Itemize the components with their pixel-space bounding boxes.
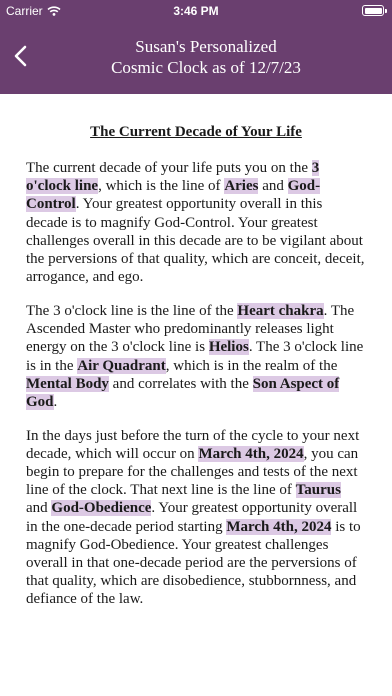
section-heading: The Current Decade of Your Life [90,124,302,140]
chevron-left-icon [14,45,27,67]
clock-time: 3:46 PM [173,4,219,18]
highlight-date: March 4th, 2024 [198,445,304,462]
text-run: and [258,178,288,195]
text-run: and [26,500,52,517]
highlight-chakra: Heart chakra [237,302,324,319]
status-bar: Carrier 3:46 PM [0,0,392,22]
reading-content: The Current Decade of Your Life The curr… [0,94,392,696]
highlight-body: Mental Body [26,375,109,392]
text-run: , which is in the realm of the [165,357,338,374]
highlight-sign: Aries [224,178,259,195]
highlight-sign: Taurus [295,482,341,499]
paragraph-1: The current decade of your life puts you… [26,159,366,286]
battery-icon [362,5,387,16]
paragraph-2: The 3 o'clock line is the line of the He… [26,302,366,411]
navigation-bar: Susan's Personalized Cosmic Clock as of … [0,22,392,94]
text-run: , which is the line of [98,178,225,195]
paragraph-3: In the days just before the turn of the … [26,427,366,609]
page-title: Susan's Personalized Cosmic Clock as of … [60,36,352,78]
highlight-quality: God-Obedience [51,500,152,517]
back-button[interactable] [10,42,34,70]
text-run: and correlates with the [108,375,253,392]
highlight-quadrant: Air Quadrant [77,357,166,374]
text-run: . Your greatest opportunity overall in t… [26,196,365,286]
text-run: . [53,393,58,410]
text-run: The current decade of your life puts you… [26,160,312,176]
text-run: The 3 o'clock line is the line of the [26,302,238,319]
highlight-master: Helios [208,339,249,356]
title-line-1: Susan's Personalized [135,37,277,56]
highlight-date: March 4th, 2024 [226,518,332,535]
title-line-2: Cosmic Clock as of 12/7/23 [111,58,301,77]
